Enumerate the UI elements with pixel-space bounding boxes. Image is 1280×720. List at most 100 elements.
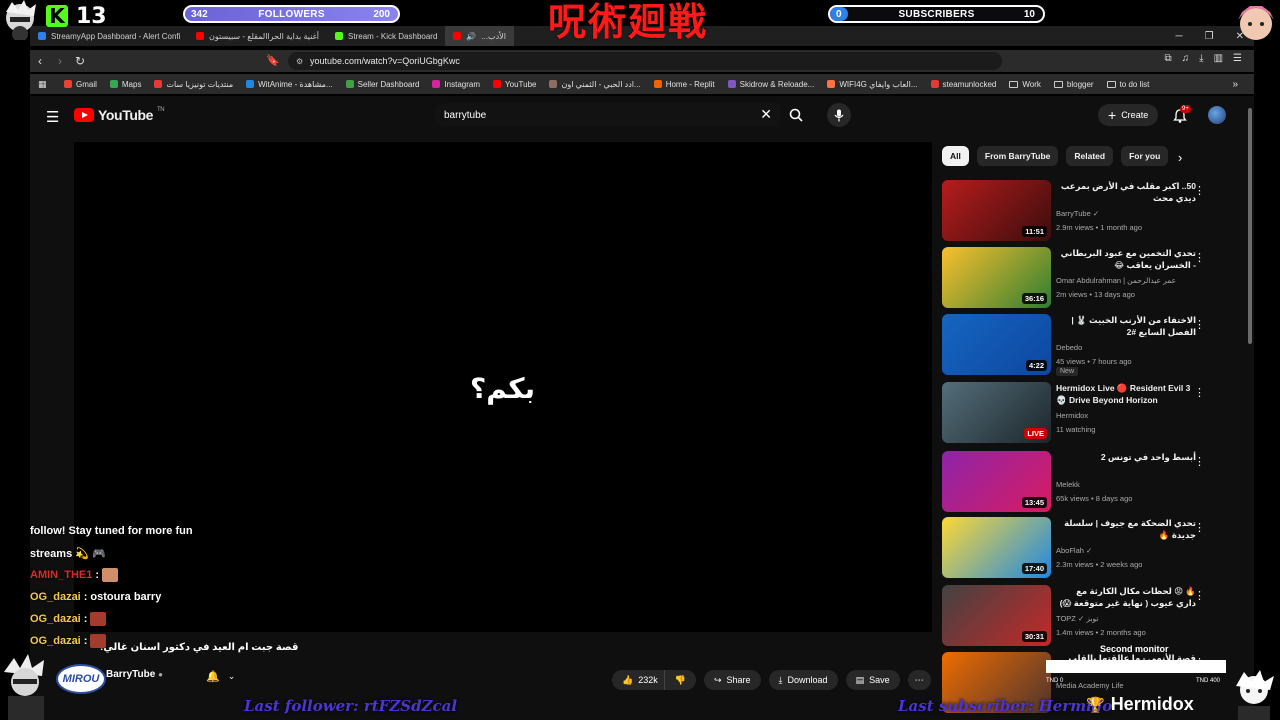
bookmark-folder-todo[interactable]: to do list <box>1106 80 1149 89</box>
download-button[interactable]: ⤓ Download <box>768 670 838 690</box>
bookmark-seller-dashboard[interactable]: Seller Dashboard <box>345 79 420 89</box>
download-icon[interactable]: ⤓ <box>1199 53 1203 64</box>
bookmark-anime[interactable]: ادد الحبي - الثمني اون... <box>549 80 641 89</box>
video-thumbnail[interactable]: 13:45 <box>942 451 1051 512</box>
extensions-icon[interactable]: ⧉ <box>1165 53 1172 64</box>
second-monitor-label: Second monitor <box>1100 644 1169 654</box>
video-thumbnail[interactable]: 17:40 <box>942 517 1051 578</box>
video-thumbnail[interactable]: 11:51 <box>942 180 1051 241</box>
menu-icon[interactable]: ☰ <box>1233 53 1242 64</box>
bookmark-folder-blogger[interactable]: blogger <box>1053 80 1094 89</box>
more-vert-icon[interactable]: ⋮ <box>1194 589 1205 602</box>
tab-song[interactable]: أغنية بداية الحراالمقلع - سبيستون <box>188 26 327 46</box>
search-button[interactable] <box>782 103 810 127</box>
bookmark-wifi4g[interactable]: WIFI4G العاب وايفاي... <box>827 80 918 89</box>
dislike-button[interactable]: 👎 <box>663 670 696 690</box>
more-vert-icon[interactable]: ⋮ <box>1194 184 1205 197</box>
recommendation-item[interactable]: 17:40 تحدي الضحكة مع جيوف | سلسلة جديدة 🔥… <box>942 517 1242 581</box>
recommendation-item[interactable]: 11:51 50.. اكبر مقلب في الأرض بمرعب ديدي … <box>942 180 1242 244</box>
recommendation-channel[interactable]: Omar Abdulrahman | عمر عبدالرحمن <box>1056 276 1176 285</box>
restore-icon[interactable]: ❐ <box>1205 31 1214 42</box>
sidebar-icon[interactable]: ▥ <box>1214 53 1223 64</box>
like-button[interactable]: 👍 232k <box>612 670 664 690</box>
tab-kick-dashboard[interactable]: Stream - Kick Dashboard <box>327 26 445 46</box>
recommendation-title[interactable]: الاختفاء من الأرنب الخبيث 🐰 | الفصل السا… <box>1056 314 1196 338</box>
recommendation-item[interactable]: 30:31 🔥 😡 لحظات مكال الكارثة مع داري عيوب… <box>942 585 1242 649</box>
video-thumbnail[interactable]: 36:16 <box>942 247 1051 308</box>
bookmark-witanime[interactable]: WitAnime - مشاهدة... <box>246 80 333 89</box>
recommendation-title[interactable]: Hermidox Live 🔴 Resident Evil 3 💀 Drive … <box>1056 382 1196 406</box>
minimize-icon[interactable]: ─ <box>1176 31 1183 42</box>
bookmark-skidrow[interactable]: Skidrow & Reloade... <box>727 80 814 89</box>
video-thumbnail[interactable]: 4:22 <box>942 314 1051 375</box>
search-input[interactable]: barrytube ✕ <box>434 103 780 127</box>
page-scrollbar[interactable] <box>1248 108 1252 344</box>
recommendation-channel[interactable]: Melekk <box>1056 480 1080 489</box>
bookmark-label: Seller Dashboard <box>357 79 420 89</box>
site-info-icon[interactable]: ⚙ <box>296 57 303 66</box>
bookmark-steamunlocked[interactable]: steamunlocked <box>930 80 996 89</box>
more-vert-icon[interactable]: ⋮ <box>1194 521 1205 534</box>
youtube-icon <box>493 80 502 88</box>
share-button[interactable]: ↪ Share <box>703 670 761 690</box>
bookmark-page-icon[interactable]: 🔖 <box>266 54 280 67</box>
create-button[interactable]: + Create <box>1098 104 1159 126</box>
bookmark-tunisia-sat[interactable]: منتديات تونيزيا سات <box>154 80 233 89</box>
voice-search-button[interactable] <box>827 103 851 127</box>
notification-count-badge: 9+ <box>1180 105 1191 113</box>
youtube-logo[interactable]: YouTube TN <box>74 107 165 123</box>
bookmark-gmail[interactable]: Gmail <box>64 80 97 89</box>
recommendation-channel[interactable]: TOPZ ✓ توبز <box>1056 614 1099 623</box>
more-vert-icon[interactable]: ⋮ <box>1194 318 1205 331</box>
bookmark-replit[interactable]: Home - Replit <box>653 80 715 89</box>
reload-icon[interactable]: ↻ <box>70 54 90 68</box>
recommendation-channel[interactable]: Media Academy Life <box>1056 681 1124 690</box>
more-vert-icon[interactable]: ⋮ <box>1194 455 1205 468</box>
recommendation-channel[interactable]: AboFlah ✓ <box>1056 546 1092 555</box>
back-icon[interactable]: ‹ <box>30 54 50 68</box>
chip-all[interactable]: All <box>942 146 969 166</box>
recommendation-channel[interactable]: Debedo <box>1056 343 1082 352</box>
recommendation-item[interactable]: 36:16 تحدي التخمين مع عبود البريطاني - ال… <box>942 247 1242 311</box>
recommendation-title[interactable]: تحدي الضحكة مع جيوف | سلسلة جديدة 🔥 <box>1056 517 1196 541</box>
jujutsu-kaisen-title-art: 呪術廻戦 <box>548 0 709 44</box>
recommendation-channel[interactable]: BarryTube ✓ <box>1056 209 1099 218</box>
save-button[interactable]: ▤ Save <box>845 670 900 690</box>
recommendation-title[interactable]: 50.. اكبر مقلب في الأرض بمرعب ديدي محث <box>1056 180 1196 204</box>
recommendation-item[interactable]: LIVE Hermidox Live 🔴 Resident Evil 3 💀 Dr… <box>942 382 1242 446</box>
more-actions-button[interactable]: ⋯ <box>907 670 931 690</box>
hamburger-menu-icon[interactable]: ☰ <box>46 108 59 126</box>
recommendation-title[interactable]: أبسط واحد في تونس 2 <box>1056 451 1196 463</box>
tab-streamyapp[interactable]: StreamyApp Dashboard - Alert Confi <box>30 26 188 46</box>
bookmark-folder-work[interactable]: Work <box>1009 80 1041 89</box>
channel-name[interactable]: BarryTube ● <box>106 669 163 680</box>
video-thumbnail[interactable]: 30:31 <box>942 585 1051 646</box>
more-vert-icon[interactable]: ⋮ <box>1194 251 1205 264</box>
bookmark-youtube[interactable]: YouTube <box>493 80 536 89</box>
chip-for-you[interactable]: For you <box>1121 146 1169 166</box>
url-bar[interactable]: ⚙ youtube.com/watch?v=QoriUGbgKwc <box>288 52 1002 70</box>
account-avatar[interactable] <box>1208 106 1226 124</box>
last-subscriber-ticker: Last subscriber: Hermido <box>898 697 1113 715</box>
chip-related[interactable]: Related <box>1066 146 1114 166</box>
music-icon[interactable]: ♫ <box>1182 53 1190 64</box>
more-bookmarks-icon[interactable]: » <box>1232 79 1238 90</box>
chevron-down-icon[interactable]: ⌄ <box>228 671 236 682</box>
chip-from-channel[interactable]: From BarryTube <box>976 146 1059 166</box>
notification-bell-channel-icon[interactable]: 🔔 <box>206 670 220 683</box>
recommendation-title[interactable]: 🔥 😡 لحظات مكال الكارثة مع داري عيوب ( نه… <box>1056 585 1196 609</box>
more-vert-icon[interactable]: ⋮ <box>1194 386 1205 399</box>
recommendation-item[interactable]: 4:22 الاختفاء من الأرنب الخبيث 🐰 | الفصل … <box>942 314 1242 378</box>
forward-icon[interactable]: › <box>50 54 70 68</box>
bookmark-instagram[interactable]: Instagram <box>432 80 480 89</box>
channel-logo[interactable]: MIROU <box>56 664 106 694</box>
chevron-right-icon[interactable]: › <box>1178 150 1182 165</box>
video-thumbnail[interactable]: LIVE <box>942 382 1051 443</box>
bookmark-maps[interactable]: Maps <box>109 80 141 89</box>
tab-youtube-video[interactable]: 🔊 ...الأدب <box>445 26 514 46</box>
clear-search-icon[interactable]: ✕ <box>760 106 772 123</box>
recommendation-title[interactable]: تحدي التخمين مع عبود البريطاني - الخسران… <box>1056 247 1196 271</box>
recommendation-item[interactable]: 13:45 أبسط واحد في تونس 2 Melekk 65k views … <box>942 451 1242 515</box>
apps-grid-icon[interactable]: ▦ <box>38 79 47 90</box>
recommendation-channel[interactable]: Hermidox <box>1056 411 1088 420</box>
